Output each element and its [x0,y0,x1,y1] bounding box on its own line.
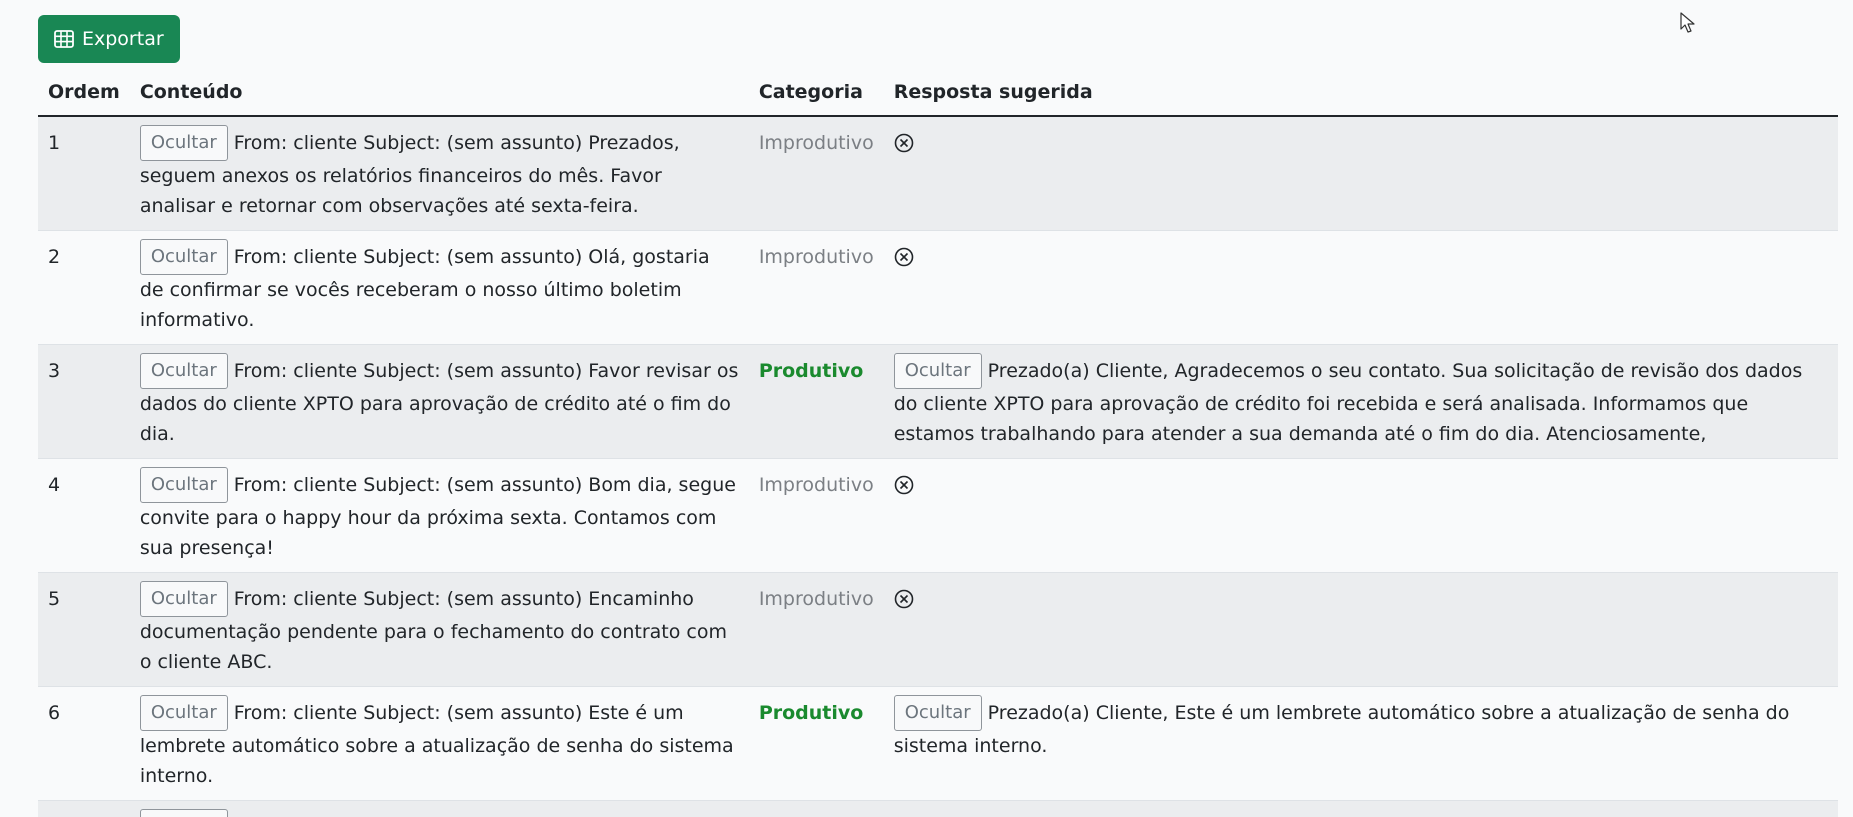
hide-content-button[interactable]: Ocultar [139,353,228,389]
hide-content-button[interactable]: Ocultar [139,239,228,275]
cell-resposta: Ocultar Prezado(a) Cliente, Este é um lem… [883,686,1838,801]
hide-response-button[interactable]: Ocultar [893,353,982,389]
email-content-text: From: cliente Subject: (sem assunto) Enc… [139,588,727,673]
cell-categoria: Improdutivo [748,230,884,345]
header-ordem: Ordem [38,70,130,117]
category-label: Produtivo [758,702,864,724]
table-row: 1 Ocultar From: cliente Subject: (sem assu… [38,116,1838,231]
cell-resposta [883,800,1838,817]
email-content-text: From: cliente Subject: (sem assunto) Fav… [139,360,739,445]
table-grid-icon [54,30,74,48]
category-label: Improdutivo [758,474,874,496]
circle-x-icon [894,132,914,162]
cell-conteudo: OcultarFrom: cliente Subject: (sem assun… [129,686,749,801]
cell-conteudo: OcultarFrom: cliente Subject: (sem assun… [129,344,749,459]
header-conteudo: Conteúdo [129,70,749,117]
cell-categoria: Produtivo [748,344,884,459]
category-label: Improdutivo [758,132,874,154]
table-row: 6 Ocultar From: cliente Subject: (sem assu… [38,686,1838,801]
cell-categoria: Improdutivo [748,572,884,687]
page: Exportar Ordem Conteúdo Categoria Respos… [0,0,1853,817]
cell-categoria: Improdutivo [748,800,884,817]
export-button[interactable]: Exportar [38,15,180,63]
cell-categoria: Improdutivo [748,458,884,573]
cell-resposta [883,458,1838,573]
cell-resposta: Ocultar Prezado(a) Cliente, Agradecemos o… [883,344,1838,459]
email-content-text: From: cliente Subject: (sem assunto) Bom… [139,474,736,559]
table-header-row: Ordem Conteúdo Categoria Resposta sugeri… [38,70,1838,117]
header-resposta: Resposta sugerida [883,70,1838,117]
hide-content-button[interactable]: Ocultar [139,467,228,503]
cell-categoria: Produtivo [748,686,884,801]
cell-ordem: 1 [38,116,130,231]
cell-ordem: 7 [38,800,130,817]
circle-x-icon [894,474,914,504]
table-row: 2 Ocultar From: cliente Subject: (sem assu… [38,230,1838,345]
suggested-response-text: Prezado(a) Cliente, Agradecemos o seu co… [893,360,1803,445]
email-content-text: From: cliente Subject: (sem assunto) Est… [139,702,734,787]
cell-ordem: 2 [38,230,130,345]
cell-resposta [883,230,1838,345]
table-body: 1 Ocultar From: cliente Subject: (sem assu… [38,116,1838,817]
category-label: Produtivo [758,360,864,382]
cell-conteudo: OcultarFrom: cliente Subject: (sem assun… [129,116,749,231]
cell-ordem: 3 [38,344,130,459]
header-categoria: Categoria [748,70,884,117]
hide-response-button[interactable]: Ocultar [893,695,982,731]
cell-resposta [883,116,1838,231]
table-row: 4 Ocultar From: cliente Subject: (sem assu… [38,458,1838,573]
category-label: Improdutivo [758,588,874,610]
circle-x-icon [894,588,914,618]
hide-content-button[interactable]: Ocultar [139,125,228,161]
cell-ordem: 6 [38,686,130,801]
cell-categoria: Improdutivo [748,116,884,231]
table-row: 7OcultarFrom: cliente Subject: (sem assu… [38,800,1838,817]
hide-content-button[interactable]: Ocultar [139,695,228,731]
table-row: 3 Ocultar From: cliente Subject: (sem assu… [38,344,1838,459]
category-label: Improdutivo [758,246,874,268]
table-row: 5 Ocultar From: cliente Subject: (sem assu… [38,572,1838,687]
cell-conteudo: OcultarFrom: cliente Subject: (sem assun… [129,800,749,817]
cell-conteudo: OcultarFrom: cliente Subject: (sem assun… [129,230,749,345]
export-button-label: Exportar [82,28,164,50]
mouse-pointer-icon [1680,12,1696,38]
suggested-response-text: Prezado(a) Cliente, Este é um lembrete a… [893,702,1790,757]
hide-content-button[interactable]: Ocultar [139,809,228,817]
circle-x-icon [894,246,914,276]
cell-ordem: 5 [38,572,130,687]
cell-conteudo: OcultarFrom: cliente Subject: (sem assun… [129,458,749,573]
cell-resposta [883,572,1838,687]
results-table: Ordem Conteúdo Categoria Resposta sugeri… [38,70,1838,817]
cell-conteudo: OcultarFrom: cliente Subject: (sem assun… [129,572,749,687]
hide-content-button[interactable]: Ocultar [139,581,228,617]
cell-ordem: 4 [38,458,130,573]
